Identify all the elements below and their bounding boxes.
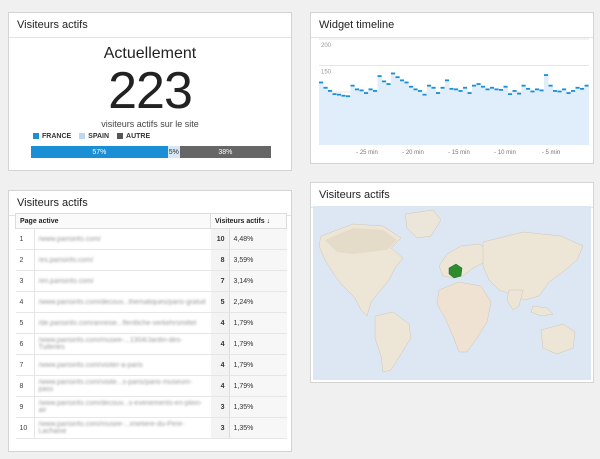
page-link[interactable]: /es.parisinfo.com/ [34, 249, 211, 271]
legend-autre: AUTRE [117, 133, 150, 140]
world-map[interactable] [313, 206, 591, 380]
visitor-percent: 1,79% [229, 312, 287, 334]
table-row[interactable]: 1/www.parisinfo.com/10 4,48% [15, 228, 287, 250]
page-link[interactable]: /www.parisinfo.com/ [34, 228, 211, 250]
visitor-percent: 1,79% [229, 333, 287, 355]
legend-label: SPAIN [88, 133, 110, 140]
visitor-percent: 1,79% [229, 375, 287, 397]
y-tick-label: 150 [321, 70, 332, 76]
page-link[interactable]: /www.parisinfo.com/musee-...imetiere-du-… [34, 417, 211, 439]
legend-swatch [33, 133, 39, 139]
x-tick-label: - 15 min [448, 150, 470, 156]
table-row[interactable]: 6/www.parisinfo.com/musee-...1304/Jardin… [15, 333, 287, 355]
visitor-percent: 3,59% [229, 249, 287, 271]
realtime-subtitle: visiteurs actifs sur le site [101, 119, 199, 129]
legend-swatch [117, 133, 124, 139]
y-tick-label: 200 [321, 43, 332, 49]
table-row[interactable]: 5/de.parisinfo.com/anreise...ffentliche-… [15, 312, 287, 334]
legend-spain: SPAIN [79, 133, 109, 140]
timeline-widget: Widget timeline 20015010050 - 25 min- 20… [310, 12, 594, 164]
page-link[interactable]: /www.parisinfo.com/musee-...1304/Jardin-… [34, 333, 211, 355]
country-legend: FRANCE SPAIN AUTRE [33, 133, 150, 140]
row-index: 5 [15, 312, 35, 334]
row-index: 6 [15, 333, 35, 355]
page-link[interactable]: /en.parisinfo.com/ [34, 270, 211, 292]
map-widget: Visiteurs actifs [310, 182, 594, 383]
row-index: 2 [15, 249, 35, 271]
visitor-count: 4 [210, 333, 230, 355]
visitor-count: 8 [210, 249, 230, 271]
table-row[interactable]: 7/www.parisinfo.com/visiter-a-paris 4 1,79… [15, 354, 287, 376]
visitor-count: 4 [210, 312, 230, 334]
legend-label: FRANCE [42, 133, 72, 140]
visitor-count: 3 [210, 396, 230, 418]
timeline-chart[interactable]: 20015010050 - 25 min- 20 min- 15 min- 10… [311, 33, 593, 161]
page-link[interactable]: /de.parisinfo.com/anreise...ffentliche-v… [34, 312, 211, 334]
segment-spain[interactable]: 5% [167, 146, 180, 158]
active-pages-table: Page active Visiteurs actifs ↓ 1/www.par… [15, 213, 287, 439]
page-link[interactable]: /www.parisinfo.com/decouv...thematiques/… [34, 291, 211, 313]
page-link[interactable]: /www.parisinfo.com/decouv...s-evenements… [34, 396, 211, 418]
legend-france: FRANCE [33, 133, 71, 140]
map-title: Visiteurs actifs [311, 183, 593, 208]
visitor-count: 10 [210, 228, 230, 250]
row-index: 10 [15, 417, 35, 439]
col-header-visitors[interactable]: Visiteurs actifs ↓ [210, 213, 287, 229]
row-index: 1 [15, 228, 35, 250]
legend-label: AUTRE [126, 133, 151, 140]
active-visitor-count: 223 [108, 62, 193, 120]
row-index: 7 [15, 354, 35, 376]
row-index: 4 [15, 291, 35, 313]
realtime-widget: Visiteurs actifs Actuellement 223 visite… [8, 12, 292, 171]
visitor-percent: 1,35% [229, 396, 287, 418]
segment-france[interactable]: 57% [31, 146, 168, 158]
table-row[interactable]: 4/www.parisinfo.com/decouv...thematiques… [15, 291, 287, 313]
table-row[interactable]: 2/es.parisinfo.com/8 3,59% [15, 249, 287, 271]
visitor-count: 5 [210, 291, 230, 313]
visitor-percent: 1,79% [229, 354, 287, 376]
x-tick-label: - 25 min [356, 150, 378, 156]
x-tick-label: - 10 min [494, 150, 516, 156]
page-link[interactable]: /www.parisinfo.com/visite...s-paris/pari… [34, 375, 211, 397]
realtime-title: Visiteurs actifs [9, 13, 291, 38]
table-row[interactable]: 9/www.parisinfo.com/decouv...s-evenement… [15, 396, 287, 418]
country-share-bar: 57% 5% 38% [31, 146, 271, 158]
sort-arrow-icon[interactable]: ↓ [267, 218, 271, 225]
page-link[interactable]: /www.parisinfo.com/visiter-a-paris [34, 354, 211, 376]
x-tick-label: - 5 min [542, 150, 560, 156]
table-row[interactable]: 3/en.parisinfo.com/7 3,14% [15, 270, 287, 292]
col-header-page[interactable]: Page active [15, 213, 211, 229]
row-index: 9 [15, 396, 35, 418]
visitor-count: 4 [210, 354, 230, 376]
visitor-percent: 4,48% [229, 228, 287, 250]
segment-autre[interactable]: 38% [179, 146, 271, 158]
row-index: 3 [15, 270, 35, 292]
visitor-percent: 1,35% [229, 417, 287, 439]
x-tick-label: - 20 min [402, 150, 424, 156]
active-pages-widget: Visiteurs actifs Page active Visiteurs a… [8, 190, 292, 452]
visitor-count: 3 [210, 417, 230, 439]
visitor-percent: 3,14% [229, 270, 287, 292]
table-row[interactable]: 8/www.parisinfo.com/visite...s-paris/par… [15, 375, 287, 397]
realtime-heading: Actuellement [103, 45, 197, 62]
table-row[interactable]: 10/www.parisinfo.com/musee-...imetiere-d… [15, 417, 287, 439]
row-index: 8 [15, 375, 35, 397]
visitor-count: 7 [210, 270, 230, 292]
visitor-count: 4 [210, 375, 230, 397]
visitor-percent: 2,24% [229, 291, 287, 313]
legend-swatch [79, 133, 86, 139]
